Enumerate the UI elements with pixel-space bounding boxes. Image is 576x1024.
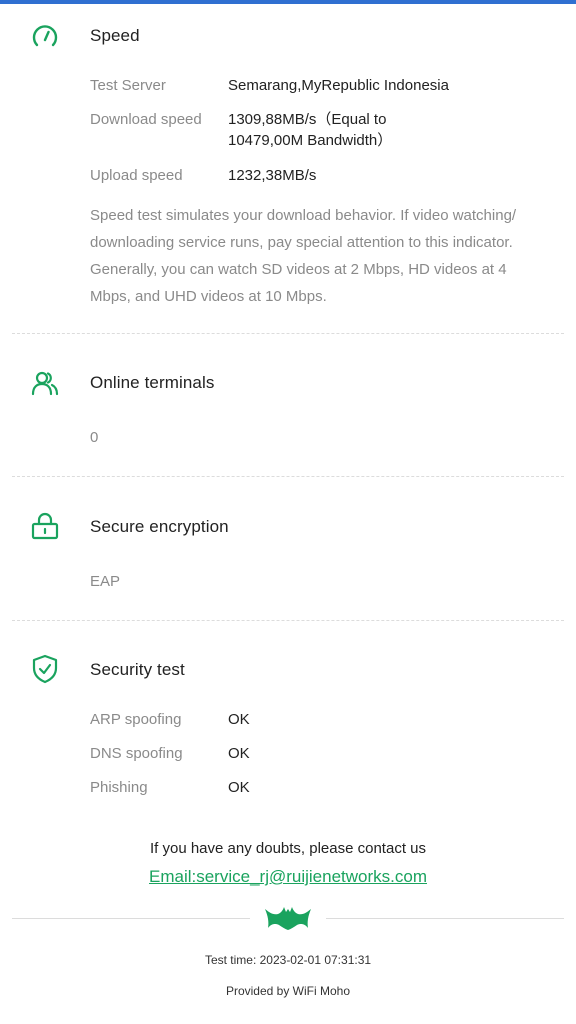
security-test-title: Security test — [90, 660, 185, 679]
encryption-type-value: EAP — [90, 573, 121, 590]
test-server-label: Test Server — [90, 77, 166, 94]
shield-check-icon — [30, 654, 60, 684]
section-divider — [12, 476, 564, 477]
speed-note: Speed test simulates your download behav… — [90, 207, 517, 305]
upload-speed-label: Upload speed — [90, 167, 183, 184]
test-time: Test time: 2023-02-01 07:31:31 — [204, 953, 372, 967]
online-terminals-title: Online terminals — [90, 373, 215, 392]
arp-spoofing-label: ARP spoofing — [90, 711, 182, 728]
footer-line-right — [326, 918, 564, 919]
speedometer-icon — [30, 21, 60, 51]
bat-logo-icon — [264, 903, 312, 931]
phishing-value: OK — [228, 779, 250, 796]
section-divider — [12, 333, 564, 334]
upload-speed-value: 1232,38MB/s — [228, 167, 317, 184]
phishing-label: Phishing — [90, 779, 148, 796]
contact-text: If you have any doubts, please contact u… — [149, 840, 426, 857]
test-server-value: Semarang,MyRepublic Indonesia — [228, 77, 449, 94]
download-speed-label: Download speed — [90, 111, 202, 128]
email-link[interactable]: Email:service_rj@ruijienetworks.com — [149, 867, 427, 886]
speed-title: Speed — [90, 26, 140, 45]
online-terminals-count: 0 — [90, 429, 99, 446]
lock-icon — [30, 511, 60, 541]
footer-line-left — [12, 918, 250, 919]
provided-by: Provided by WiFi Moho — [225, 984, 351, 998]
dns-spoofing-label: DNS spoofing — [90, 745, 183, 762]
users-icon — [30, 368, 60, 398]
top-accent-bar — [0, 0, 576, 4]
secure-encryption-title: Secure encryption — [90, 517, 229, 536]
download-speed-value: 1309,88MB/s（Equal to 10479,00M Bandwidth… — [228, 111, 393, 149]
arp-spoofing-value: OK — [228, 711, 250, 728]
dns-spoofing-value: OK — [228, 745, 250, 762]
section-divider — [12, 620, 564, 621]
contact-email-link[interactable]: Email:service_rj@ruijienetworks.com — [0, 867, 576, 887]
